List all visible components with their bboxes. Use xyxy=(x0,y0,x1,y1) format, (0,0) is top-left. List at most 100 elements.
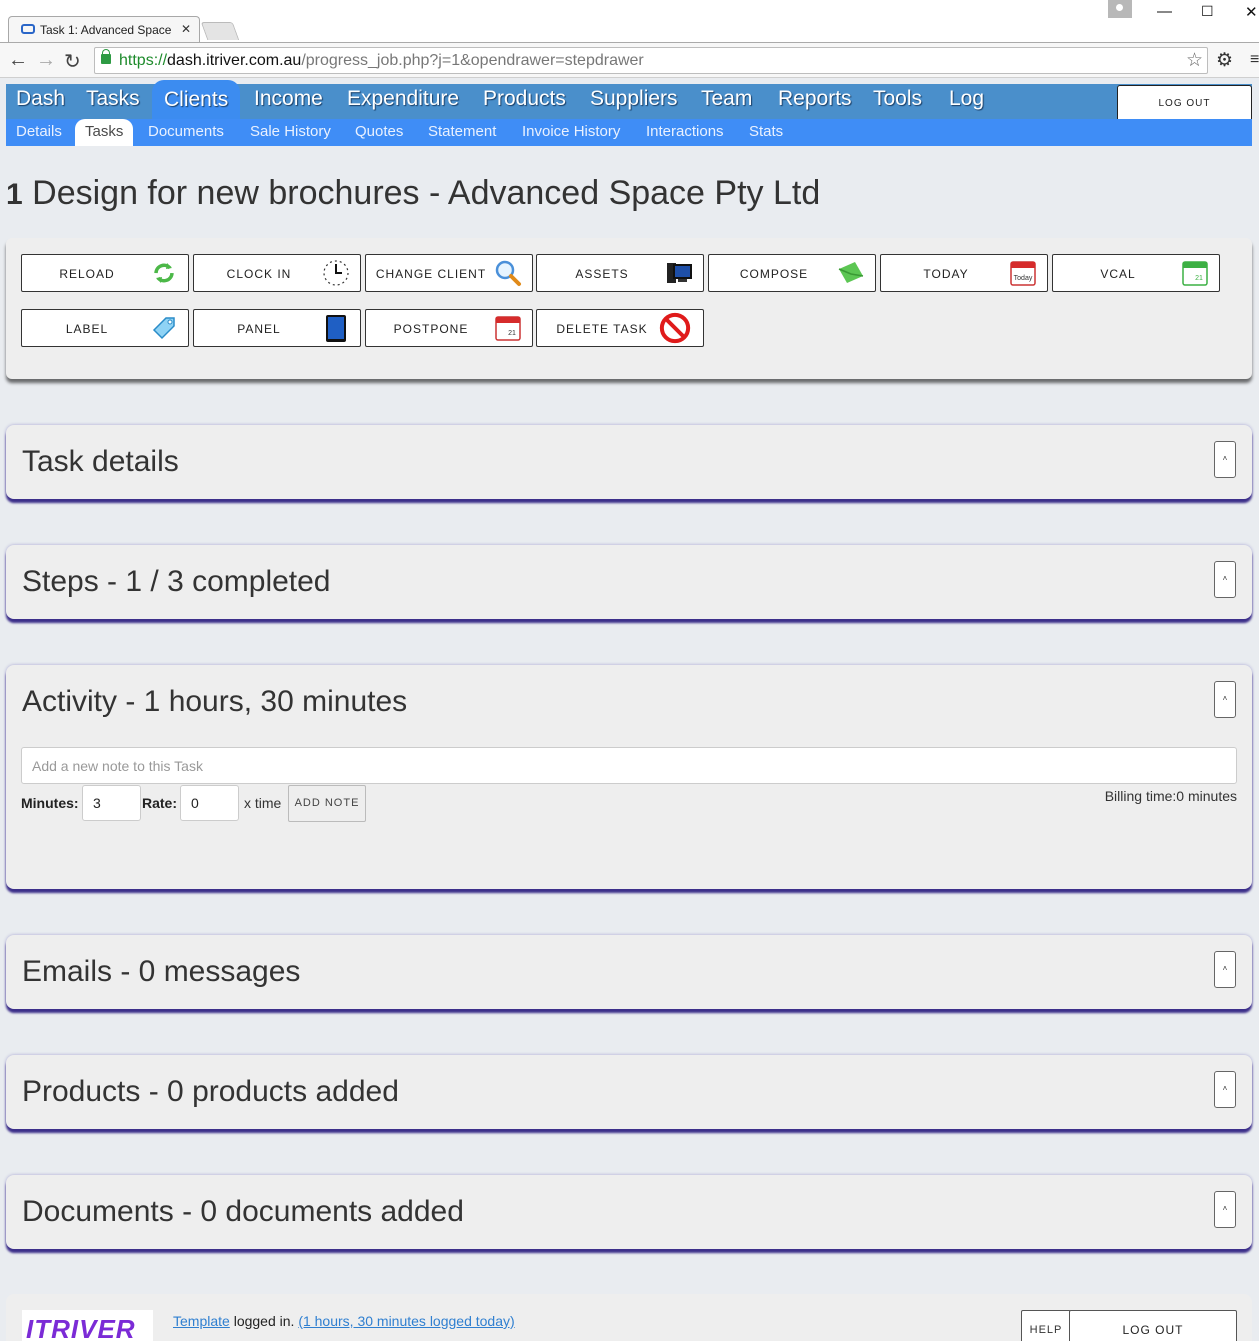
change-client-button[interactable]: CHANGE CLIENT xyxy=(365,254,533,292)
browser-tabstrip: Task 1: Advanced Space ✕ — ☐ ✕ xyxy=(0,0,1259,42)
steps-title[interactable]: Steps - 1 / 3 completed xyxy=(22,565,331,599)
subnav-sale-history[interactable]: Sale History xyxy=(250,123,331,140)
products-toggle[interactable]: ˄ xyxy=(1214,1071,1236,1108)
nav-tasks[interactable]: Tasks xyxy=(86,87,140,111)
nav-expenditure[interactable]: Expenditure xyxy=(347,87,459,111)
extension-gear-icon[interactable]: ⚙ xyxy=(1216,49,1233,72)
calendar-today-icon: Today xyxy=(1010,261,1036,286)
back-icon[interactable]: ← xyxy=(8,49,28,72)
emails-toggle[interactable]: ˄ xyxy=(1214,951,1236,988)
nav-suppliers[interactable]: Suppliers xyxy=(590,87,678,111)
prohibited-icon xyxy=(659,312,691,344)
emails-title[interactable]: Emails - 0 messages xyxy=(22,955,300,989)
compose-button[interactable]: COMPOSE xyxy=(708,254,876,292)
page-title: 1 Design for new brochures - Advanced Sp… xyxy=(6,174,820,213)
subnav-invoice-history[interactable]: Invoice History xyxy=(522,123,620,140)
subnav-statement[interactable]: Statement xyxy=(428,123,496,140)
today-button[interactable]: TODAY Today xyxy=(880,254,1048,292)
url-text: https://dash.itriver.com.au/progress_job… xyxy=(119,52,644,69)
itriver-logo: ITRIVER xyxy=(22,1310,153,1341)
tag-icon xyxy=(152,317,175,340)
rate-input[interactable] xyxy=(180,785,239,821)
nav-products[interactable]: Products xyxy=(483,87,566,111)
task-details-title[interactable]: Task details xyxy=(22,445,179,479)
lock-icon xyxy=(101,49,111,64)
address-bar[interactable]: https://dash.itriver.com.au/progress_job… xyxy=(94,47,1208,74)
task-details-drawer: Task details ˄ xyxy=(6,425,1252,499)
nav-clients[interactable]: Clients xyxy=(152,80,241,119)
minimize-icon[interactable]: — xyxy=(1157,3,1172,20)
vcal-button[interactable]: VCAL 21 xyxy=(1052,254,1220,292)
sub-nav: Details Tasks Documents Sale History Quo… xyxy=(6,119,1252,146)
browser-tab-title: Task 1: Advanced Space xyxy=(40,23,172,37)
panel-button[interactable]: PANEL xyxy=(193,309,361,347)
browser-tab[interactable]: Task 1: Advanced Space ✕ xyxy=(8,16,200,42)
activity-toggle[interactable]: ˄ xyxy=(1214,681,1236,718)
nav-log[interactable]: Log xyxy=(949,87,984,111)
window-close-icon[interactable]: ✕ xyxy=(1245,3,1258,21)
subnav-details[interactable]: Details xyxy=(16,123,62,140)
task-title: Design for new brochures - Advanced Spac… xyxy=(32,174,821,212)
add-note-button[interactable]: ADD NOTE xyxy=(288,785,366,822)
subnav-tasks[interactable]: Tasks xyxy=(75,119,134,146)
task-details-toggle[interactable]: ˄ xyxy=(1214,441,1236,478)
browser-toolbar: ← → ↻ https://dash.itriver.com.au/progre… xyxy=(0,42,1259,78)
envelope-icon xyxy=(838,262,864,283)
reload-page-icon[interactable]: ↻ xyxy=(64,49,81,74)
new-tab-button[interactable] xyxy=(200,22,240,40)
steps-drawer: Steps - 1 / 3 completed ˄ xyxy=(6,545,1252,619)
reload-button[interactable]: RELOAD xyxy=(21,254,189,292)
profile-icon[interactable] xyxy=(1108,0,1132,18)
task-actions-panel: RELOAD CLOCK IN CHANGE CLIENT ASSETS COM… xyxy=(6,238,1252,379)
tab-close-icon[interactable]: ✕ xyxy=(181,22,191,36)
nav-dash[interactable]: Dash xyxy=(16,87,65,111)
documents-drawer: Documents - 0 documents added ˄ xyxy=(6,1175,1252,1249)
magnifier-icon xyxy=(495,260,521,286)
minutes-input[interactable] xyxy=(82,785,141,821)
nav-reports[interactable]: Reports xyxy=(778,87,852,111)
main-nav: Dash Tasks Clients Income Expenditure Pr… xyxy=(6,80,1252,119)
nav-income[interactable]: Income xyxy=(254,87,323,111)
nav-tools[interactable]: Tools xyxy=(873,87,922,111)
billing-time: Billing time:0 minutes xyxy=(1104,788,1237,804)
browser-menu-icon[interactable]: ≡ xyxy=(1250,51,1259,69)
subnav-interactions[interactable]: Interactions xyxy=(646,123,724,140)
nav-team[interactable]: Team xyxy=(701,87,752,111)
products-drawer: Products - 0 products added ˄ xyxy=(6,1055,1252,1129)
favicon-icon xyxy=(21,24,35,34)
emails-drawer: Emails - 0 messages ˄ xyxy=(6,935,1252,1009)
minutes-label: Minutes: xyxy=(21,795,79,811)
x-time-label: x time xyxy=(244,795,282,811)
rate-label: Rate: xyxy=(142,795,178,811)
bookmark-star-icon[interactable]: ☆ xyxy=(1186,49,1203,72)
subnav-documents[interactable]: Documents xyxy=(148,123,224,140)
calendar-red-icon: 21 xyxy=(495,316,521,341)
svg-text:21: 21 xyxy=(1195,275,1203,282)
new-note-input[interactable] xyxy=(21,747,1237,784)
refresh-icon xyxy=(154,263,174,283)
logout-footer-button[interactable]: LOG OUT xyxy=(1069,1310,1237,1341)
login-status: Template logged in. (1 hours, 30 minutes… xyxy=(173,1313,515,1329)
steps-toggle[interactable]: ˄ xyxy=(1214,561,1236,598)
maximize-icon[interactable]: ☐ xyxy=(1201,3,1214,20)
documents-toggle[interactable]: ˄ xyxy=(1214,1191,1236,1228)
postpone-button[interactable]: POSTPONE 21 xyxy=(365,309,533,347)
subnav-quotes[interactable]: Quotes xyxy=(355,123,403,140)
products-title[interactable]: Products - 0 products added xyxy=(22,1075,399,1109)
user-link[interactable]: Template xyxy=(173,1313,230,1329)
logout-top-button[interactable]: LOG OUT xyxy=(1117,85,1252,123)
forward-icon[interactable]: → xyxy=(36,49,56,72)
help-button[interactable]: HELP xyxy=(1021,1310,1071,1341)
label-button[interactable]: LABEL xyxy=(21,309,189,347)
time-logged-link[interactable]: (1 hours, 30 minutes logged today) xyxy=(298,1313,514,1329)
activity-drawer: Activity - 1 hours, 30 minutes ˄ Minutes… xyxy=(6,665,1252,889)
activity-title[interactable]: Activity - 1 hours, 30 minutes xyxy=(22,685,407,719)
tablet-icon xyxy=(326,315,346,342)
delete-task-button[interactable]: DELETE TASK xyxy=(536,309,704,347)
assets-button[interactable]: ASSETS xyxy=(536,254,704,292)
task-number: 1 xyxy=(6,178,23,211)
clock-icon xyxy=(323,260,349,286)
subnav-stats[interactable]: Stats xyxy=(749,123,783,140)
clock-in-button[interactable]: CLOCK IN xyxy=(193,254,361,292)
documents-title[interactable]: Documents - 0 documents added xyxy=(22,1195,464,1229)
